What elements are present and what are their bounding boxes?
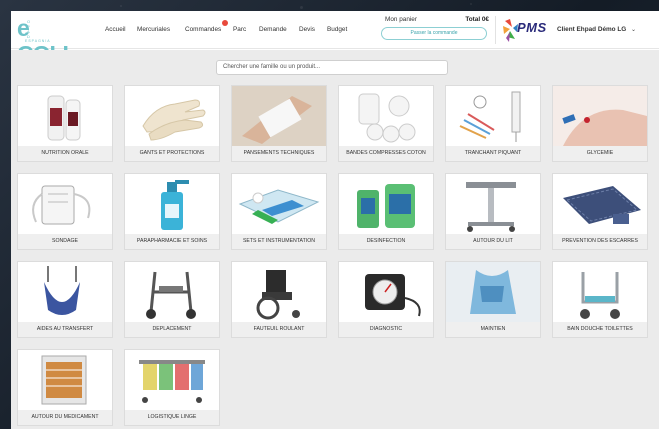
category-label: SETS ET INSTRUMENTATION bbox=[232, 234, 326, 249]
glucose-test-icon bbox=[553, 86, 647, 146]
overbed-table-icon bbox=[446, 174, 540, 234]
nav-devis[interactable]: Devis bbox=[299, 11, 315, 49]
category-label: AUTOUR DU MEDICAMENT bbox=[18, 410, 112, 425]
category-card-linge[interactable]: LOGISTIQUE LINGE bbox=[124, 349, 220, 426]
mattress-icon bbox=[553, 174, 647, 234]
shower-chair-icon bbox=[553, 262, 647, 322]
ecoll-logo[interactable]: eCOLL OPAD ESPAGNIA bbox=[17, 15, 83, 67]
category-label: DEPLACEMENT bbox=[125, 322, 219, 337]
wheelchair-icon bbox=[232, 262, 326, 322]
category-card-fauteuil[interactable]: FAUTEUIL ROULANT bbox=[231, 261, 327, 338]
nutrition-bottle-icon bbox=[18, 86, 112, 146]
cart-summary: Mon panier Total 0€ Passer la commande bbox=[375, 14, 493, 46]
category-label: MAINTIEN bbox=[446, 322, 540, 337]
category-label: PARAPHARMACIE ET SOINS bbox=[125, 234, 219, 249]
rollator-icon bbox=[125, 262, 219, 322]
nav-budget[interactable]: Budget bbox=[327, 11, 347, 49]
nav-commandes[interactable]: Commandes bbox=[185, 11, 221, 49]
patient-sling-icon bbox=[18, 262, 112, 322]
category-card-autour-du-lit[interactable]: AUTOUR DU LIT bbox=[445, 173, 541, 250]
category-card-glycemie[interactable]: GLYCEMIE bbox=[552, 85, 648, 162]
nav-parc[interactable]: Parc bbox=[233, 11, 246, 49]
category-card-medicament[interactable]: AUTOUR DU MEDICAMENT bbox=[17, 349, 113, 426]
nav-mercuriales[interactable]: Mercuriales bbox=[137, 11, 170, 49]
header-divider bbox=[495, 16, 496, 44]
soap-bottle-icon bbox=[125, 174, 219, 234]
nav-demande[interactable]: Demande bbox=[259, 11, 287, 49]
pms-logo: PMS bbox=[501, 15, 555, 45]
category-card-deplacement[interactable]: DEPLACEMENT bbox=[124, 261, 220, 338]
category-label: DIAGNOSTIC bbox=[339, 322, 433, 337]
cart-label: Mon panier bbox=[385, 16, 417, 23]
chevron-down-icon[interactable]: ⌄ bbox=[631, 11, 636, 49]
category-card-aides-transfert[interactable]: AIDES AU TRANSFERT bbox=[17, 261, 113, 338]
category-label: FAUTEUIL ROULANT bbox=[232, 322, 326, 337]
search-input[interactable]: Chercher une famille ou un produit... bbox=[216, 60, 448, 75]
cotton-rolls-icon bbox=[339, 86, 433, 146]
category-label: GANTS ET PROTECTIONS bbox=[125, 146, 219, 161]
category-label: NUTRITION ORALE bbox=[18, 146, 112, 161]
category-card-tranchant[interactable]: TRANCHANT PIQUANT bbox=[445, 85, 541, 162]
gloves-icon bbox=[125, 86, 219, 146]
top-navigation-bar: eCOLL OPAD ESPAGNIA Accueil Mercuriales … bbox=[11, 11, 659, 67]
notification-badge bbox=[222, 20, 228, 26]
medication-cart-icon bbox=[18, 350, 112, 410]
category-card-pansements[interactable]: PANSEMENTS TECHNIQUES bbox=[231, 85, 327, 162]
category-label: SONDAGE bbox=[18, 234, 112, 249]
category-card-nutrition-orale[interactable]: NUTRITION ORALE bbox=[17, 85, 113, 162]
instrument-set-icon bbox=[232, 174, 326, 234]
category-label: DESINFECTION bbox=[339, 234, 433, 249]
category-label: TRANCHANT PIQUANT bbox=[446, 146, 540, 161]
category-card-sondage[interactable]: SONDAGE bbox=[17, 173, 113, 250]
cart-total: Total 0€ bbox=[465, 16, 489, 23]
catalog-area: Chercher une famille ou un produit... NU… bbox=[11, 50, 659, 429]
category-card-escarres[interactable]: PREVENTION DES ESCARRES bbox=[552, 173, 648, 250]
category-label: BANDES COMPRESSES COTON bbox=[339, 146, 433, 161]
category-card-sets[interactable]: SETS ET INSTRUMENTATION bbox=[231, 173, 327, 250]
disinfectant-can-icon bbox=[339, 174, 433, 234]
category-label: BAIN DOUCHE TOILETTES bbox=[553, 322, 647, 337]
syringe-icon bbox=[446, 86, 540, 146]
client-account-name[interactable]: Client Ehpad Démo LG bbox=[557, 11, 626, 49]
category-label: PANSEMENTS TECHNIQUES bbox=[232, 146, 326, 161]
category-card-parapharmacie[interactable]: PARAPHARMACIE ET SOINS bbox=[124, 173, 220, 250]
category-card-maintien[interactable]: MAINTIEN bbox=[445, 261, 541, 338]
category-card-gants[interactable]: GANTS ET PROTECTIONS bbox=[124, 85, 220, 162]
catheter-bag-icon bbox=[18, 174, 112, 234]
app-window: eCOLL OPAD ESPAGNIA Accueil Mercuriales … bbox=[11, 11, 659, 429]
checkout-button[interactable]: Passer la commande bbox=[381, 27, 487, 40]
category-label: LOGISTIQUE LINGE bbox=[125, 410, 219, 425]
category-label: AIDES AU TRANSFERT bbox=[18, 322, 112, 337]
category-label: GLYCEMIE bbox=[553, 146, 647, 161]
category-label: AUTOUR DU LIT bbox=[446, 234, 540, 249]
laundry-cart-icon bbox=[125, 350, 219, 410]
category-card-bandes[interactable]: BANDES COMPRESSES COTON bbox=[338, 85, 434, 162]
blood-pressure-icon bbox=[339, 262, 433, 322]
bandage-icon bbox=[232, 86, 326, 146]
nav-accueil[interactable]: Accueil bbox=[105, 11, 126, 49]
support-vest-icon bbox=[446, 262, 540, 322]
category-card-diagnostic[interactable]: DIAGNOSTIC bbox=[338, 261, 434, 338]
category-card-bain-douche[interactable]: BAIN DOUCHE TOILETTES bbox=[552, 261, 648, 338]
category-label: PREVENTION DES ESCARRES bbox=[553, 234, 647, 249]
category-card-desinfection[interactable]: DESINFECTION bbox=[338, 173, 434, 250]
